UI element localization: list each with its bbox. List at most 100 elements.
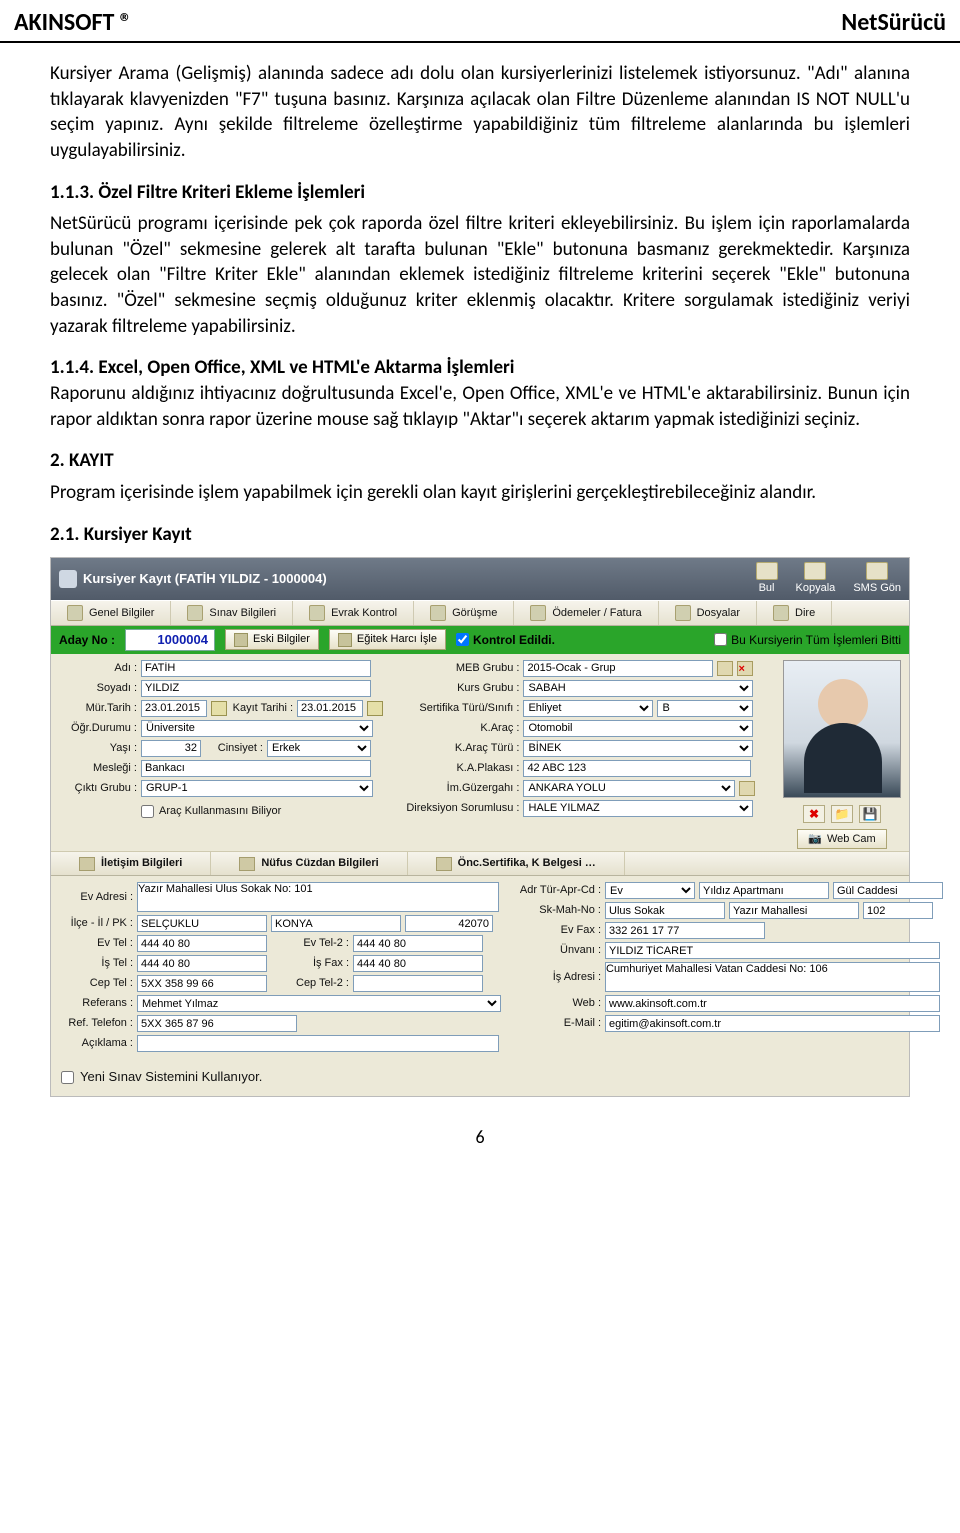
soyadi-input[interactable]	[141, 680, 371, 697]
calendar-icon[interactable]	[367, 701, 383, 716]
egitek-harci-button[interactable]: Eğitek Harcı İşle	[329, 629, 446, 650]
photo-save-button[interactable]: 💾	[859, 805, 881, 823]
karac-select[interactable]: Otomobil	[523, 720, 753, 737]
calendar-icon[interactable]	[211, 701, 227, 716]
is-adresi-input[interactable]	[605, 962, 940, 992]
kurs-grubu-select[interactable]: SABAH	[523, 680, 753, 697]
mur-tarih-input[interactable]	[141, 700, 207, 717]
subtab-iletisim[interactable]: İletişim Bilgileri	[51, 852, 211, 875]
heading-113: 1.1.3. Özel Filtre Kriteri Ekleme İşleml…	[50, 180, 910, 206]
subtab-onc-sertifika[interactable]: Önc.Sertifika, K Belgesi …	[408, 852, 625, 875]
apartman-input[interactable]	[699, 882, 829, 899]
idcard-icon	[239, 857, 255, 871]
kapi-no-input[interactable]	[863, 902, 933, 919]
heading-2: 2. KAYIT	[50, 448, 910, 474]
referans-select[interactable]: Mehmet Yılmaz	[137, 995, 501, 1012]
web-input[interactable]	[605, 995, 940, 1012]
soyadi-label: Soyadı :	[59, 681, 137, 696]
cadde-input[interactable]	[833, 882, 943, 899]
is-adresi-label: İş Adresi :	[515, 970, 601, 985]
webcam-button[interactable]: 📷Web Cam	[797, 829, 886, 850]
app-titlebar: Kursiyer Kayıt (FATİH YILDIZ - 1000004) …	[51, 558, 909, 600]
eski-bilgiler-button[interactable]: Eski Bilgiler	[225, 629, 319, 650]
karac-turu-label: K.Araç Türü :	[401, 741, 519, 756]
photo-preview	[783, 660, 901, 798]
sertifika-turu-select[interactable]: Ehliyet	[523, 700, 653, 717]
karac-turu-select[interactable]: BİNEK	[523, 740, 753, 757]
unvan-input[interactable]	[605, 942, 940, 959]
kontrol-edildi-checkbox[interactable]: Kontrol Edildi.	[456, 632, 555, 648]
ev-fax-input[interactable]	[605, 922, 765, 939]
ilce-input[interactable]	[137, 915, 267, 932]
delete-icon: ✖	[809, 806, 819, 822]
cikti-grubu-select[interactable]: GRUP-1	[141, 780, 373, 797]
ref-tel-input[interactable]	[137, 1015, 297, 1032]
arac-biliyor-checkbox[interactable]: Araç Kullanmasını Biliyor	[59, 800, 391, 823]
aciklama-label: Açıklama :	[59, 1036, 133, 1051]
adi-label: Adı :	[59, 661, 137, 676]
meb-grubu-label: MEB Grubu :	[401, 661, 519, 676]
is-fax-input[interactable]	[353, 955, 483, 972]
cep-tel-input[interactable]	[137, 975, 267, 992]
karac-label: K.Araç :	[401, 721, 519, 736]
is-tel-input[interactable]	[137, 955, 267, 972]
kayit-tarihi-input[interactable]	[297, 700, 363, 717]
tab-odemeler[interactable]: Ödemeler / Fatura	[514, 601, 658, 625]
plaka-input[interactable]	[523, 760, 751, 777]
pk-input[interactable]	[405, 915, 493, 932]
copy-icon	[804, 562, 826, 580]
copy-button[interactable]: Kopyala	[796, 562, 836, 596]
ev-tel-input[interactable]	[137, 935, 267, 952]
direksiyon-sorumlu-select[interactable]: HALE YILMAZ	[523, 800, 753, 817]
photo-open-button[interactable]: 📁	[831, 805, 853, 823]
lookup-icon[interactable]	[739, 781, 755, 796]
sokak-input[interactable]	[605, 902, 725, 919]
find-button[interactable]: Bul	[756, 562, 778, 596]
email-input[interactable]	[605, 1015, 940, 1032]
heading-114: 1.1.4. Excel, Open Office, XML ve HTML'e…	[50, 356, 514, 379]
tum-islem-bitti-checkbox[interactable]: Bu Kursiyerin Tüm İşlemleri Bitti	[714, 632, 901, 648]
cep-tel2-input[interactable]	[353, 975, 483, 992]
tab-dosyalar[interactable]: Dosyalar	[659, 601, 757, 625]
sertifika-label: Sertifika Türü/Sınıfı :	[401, 701, 519, 716]
meslek-label: Mesleği :	[59, 761, 137, 776]
clear-icon[interactable]: ×	[737, 661, 753, 676]
referans-label: Referans :	[59, 996, 133, 1011]
photo-delete-button[interactable]: ✖	[803, 805, 825, 823]
sms-button[interactable]: SMS Gön	[853, 562, 901, 596]
ev-adresi-input[interactable]	[137, 882, 499, 912]
il-input[interactable]	[271, 915, 401, 932]
subtab-nufus[interactable]: Nüfus Cüzdan Bilgileri	[211, 852, 407, 875]
meslek-input[interactable]	[141, 760, 371, 777]
page-header: AKINSOFT ® NetSürücü	[0, 0, 960, 43]
tab-dire[interactable]: Dire	[757, 601, 832, 625]
paragraph-114: Raporunu aldığınız ihtiyacınız doğrultus…	[50, 382, 910, 431]
tab-evrak-kontrol[interactable]: Evrak Kontrol	[293, 601, 414, 625]
aciklama-input[interactable]	[137, 1035, 499, 1052]
sub-tabbar: İletişim Bilgileri Nüfus Cüzdan Bilgiler…	[51, 851, 909, 876]
adr-tur-select[interactable]: Ev	[605, 882, 695, 899]
tab-sinav-bilgileri[interactable]: Sınav Bilgileri	[171, 601, 293, 625]
aday-no-value[interactable]: 1000004	[125, 629, 215, 651]
adi-input[interactable]	[141, 660, 371, 677]
ev-tel-label: Ev Tel :	[59, 936, 133, 951]
tab-genel-bilgiler[interactable]: Genel Bilgiler	[51, 601, 171, 625]
brand-text: AKINSOFT ®	[14, 8, 132, 37]
save-icon: 💾	[863, 806, 878, 822]
sertifika-sinif-select[interactable]: B	[657, 700, 753, 717]
meb-grubu-input[interactable]	[523, 660, 713, 677]
ev-fax-label: Ev Fax :	[515, 923, 601, 938]
tab-gorusme[interactable]: Görüşme	[414, 601, 514, 625]
ilce-il-pk-label: İlçe - İl / PK :	[59, 916, 133, 931]
lookup-icon[interactable]	[717, 661, 733, 676]
cinsiyet-select[interactable]: Erkek	[267, 740, 371, 757]
guzergah-select[interactable]: ANKARA YOLU	[523, 780, 735, 797]
ogr-durumu-select[interactable]: Üniversite	[141, 720, 373, 737]
mahalle-input[interactable]	[729, 902, 859, 919]
yeni-sinav-checkbox[interactable]: Yeni Sınav Sistemini Kullanıyor.	[51, 1062, 909, 1096]
yasi-input[interactable]	[141, 740, 201, 757]
payment-icon	[530, 605, 546, 621]
ev-tel2-input[interactable]	[353, 935, 483, 952]
contact-area: Ev Adresi : İlçe - İl / PK : Ev Tel : Ev…	[51, 876, 909, 1062]
kurs-grubu-label: Kurs Grubu :	[401, 681, 519, 696]
